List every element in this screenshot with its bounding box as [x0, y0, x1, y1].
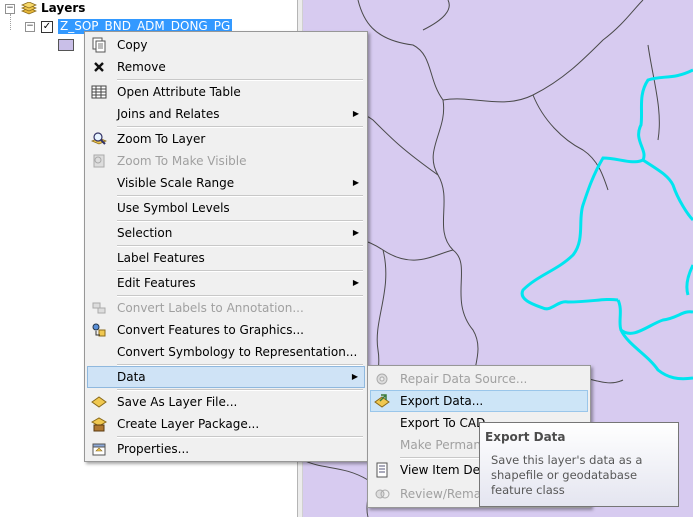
menu-item-convert-labels-to-annotation[interactable]: Convert Labels to Annotation...	[87, 297, 365, 319]
menu-item-label: Open Attribute Table	[117, 85, 241, 99]
submenu-arrow-icon: ▶	[352, 228, 359, 237]
layer-symbol-swatch[interactable]	[58, 39, 74, 51]
menu-item-label: View Item Des	[400, 463, 487, 477]
zoom-visible-icon	[91, 153, 107, 169]
layers-stack-icon	[20, 1, 38, 16]
review-rematch-icon	[374, 486, 390, 502]
menu-item-data[interactable]: Data ▶	[87, 366, 365, 388]
zoom-layer-icon	[90, 131, 108, 147]
menu-item-zoom-to-layer[interactable]: Zoom To Layer	[87, 128, 365, 150]
menu-item-repair-data-source[interactable]: Repair Data Source...	[370, 368, 588, 390]
menu-item-label: Export To CAD	[400, 416, 486, 430]
menu-item-open-attribute-table[interactable]: Open Attribute Table	[87, 81, 365, 103]
tooltip-title: Export Data	[485, 430, 566, 444]
export-data-icon	[374, 393, 390, 409]
menu-item-label: Convert Symbology to Representation...	[117, 345, 358, 359]
submenu-arrow-icon: ▶	[352, 278, 359, 287]
menu-item-label: Selection	[117, 226, 173, 240]
menu-item-edit-features[interactable]: Edit Features ▶	[87, 272, 365, 294]
properties-icon	[91, 441, 107, 457]
menu-item-zoom-to-make-visible[interactable]: Zoom To Make Visible	[87, 150, 365, 172]
item-description-icon	[374, 462, 390, 478]
menu-item-label: Label Features	[117, 251, 205, 265]
menu-item-label: Make Permane	[400, 438, 489, 452]
menu-item-label: Repair Data Source...	[400, 372, 528, 386]
table-icon	[91, 84, 107, 100]
menu-item-label: Create Layer Package...	[117, 417, 260, 431]
menu-item-convert-symbology[interactable]: Convert Symbology to Representation...	[87, 341, 365, 363]
collapse-layer-toggle[interactable]: −	[25, 22, 35, 32]
menu-item-copy[interactable]: Copy	[87, 34, 365, 56]
repair-data-source-icon	[374, 371, 390, 387]
annotation-icon	[91, 300, 107, 316]
menu-item-label: Properties...	[117, 442, 190, 456]
menu-item-save-as-layer-file[interactable]: Save As Layer File...	[87, 391, 365, 413]
layer-context-menu: Copy Remove Open Attribute Table Joins a…	[84, 31, 368, 462]
menu-item-label: Copy	[117, 38, 148, 52]
menu-item-label: Export Data...	[400, 394, 484, 408]
menu-item-label: Zoom To Layer	[117, 132, 206, 146]
layer-package-icon	[90, 416, 108, 432]
menu-item-export-data[interactable]: Export Data...	[370, 390, 588, 412]
menu-item-remove[interactable]: Remove	[87, 56, 365, 78]
collapse-layers-toggle[interactable]: −	[5, 4, 15, 14]
menu-item-label-features[interactable]: Label Features	[87, 247, 365, 269]
graphics-icon	[91, 322, 107, 338]
menu-item-label: Use Symbol Levels	[117, 201, 230, 215]
menu-item-label: Remove	[117, 60, 166, 74]
menu-item-use-symbol-levels[interactable]: Use Symbol Levels	[87, 197, 365, 219]
menu-item-label: Convert Labels to Annotation...	[117, 301, 304, 315]
menu-item-joins-and-relates[interactable]: Joins and Relates ▶	[87, 103, 365, 125]
menu-item-selection[interactable]: Selection ▶	[87, 222, 365, 244]
tooltip-body: Save this layer's data as a shapefile or…	[491, 453, 643, 497]
menu-item-properties[interactable]: Properties...	[87, 438, 365, 460]
menu-item-visible-scale-range[interactable]: Visible Scale Range ▶	[87, 172, 365, 194]
menu-item-label: Zoom To Make Visible	[117, 154, 247, 168]
copy-icon	[91, 37, 107, 53]
menu-item-label: Convert Features to Graphics...	[117, 323, 304, 337]
menu-item-label: Edit Features	[117, 276, 196, 290]
layer-file-icon	[91, 394, 107, 410]
layer-visibility-checkbox[interactable]: ✓	[41, 21, 53, 33]
menu-item-convert-features-to-graphics[interactable]: Convert Features to Graphics...	[87, 319, 365, 341]
submenu-arrow-icon: ▶	[351, 372, 358, 381]
export-data-tooltip: Export Data Save this layer's data as a …	[479, 422, 679, 507]
menu-item-label: Review/Remat	[400, 487, 486, 501]
menu-item-label: Data	[117, 370, 146, 384]
remove-icon	[91, 59, 107, 75]
menu-item-create-layer-package[interactable]: Create Layer Package...	[87, 413, 365, 435]
layers-root-label[interactable]: Layers	[41, 1, 85, 15]
submenu-arrow-icon: ▶	[352, 178, 359, 187]
menu-item-label: Visible Scale Range	[117, 176, 235, 190]
menu-item-label: Joins and Relates	[117, 107, 220, 121]
submenu-arrow-icon: ▶	[352, 109, 359, 118]
menu-item-label: Save As Layer File...	[117, 395, 238, 409]
